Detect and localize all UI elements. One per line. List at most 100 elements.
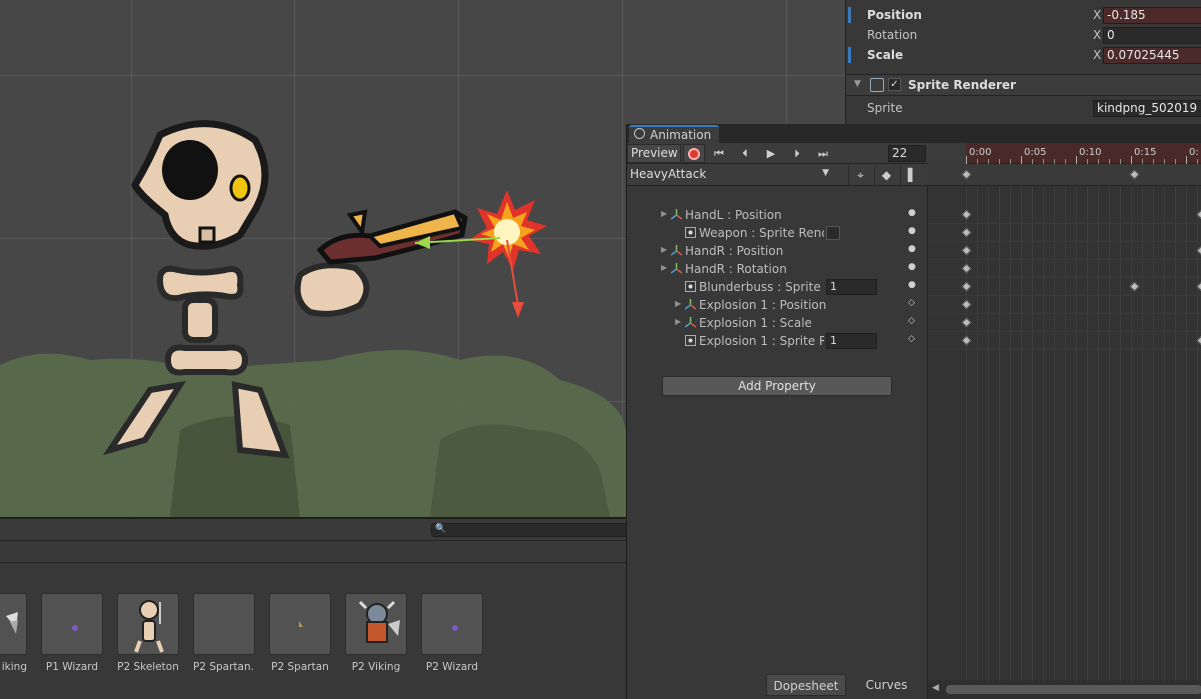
sprite-renderer-header[interactable]: ▼ ✓ Sprite Renderer [846, 74, 1201, 96]
keyframe[interactable] [1196, 209, 1201, 220]
track-row[interactable] [928, 242, 1201, 260]
crosshair-icon: ⌖ [857, 168, 864, 182]
tab-curves[interactable]: Curves [847, 674, 926, 696]
add-keyframe-icon: ◆ [881, 168, 892, 182]
asset-item[interactable]: P2 Viking [345, 593, 407, 673]
keyframe[interactable] [961, 281, 972, 292]
expand-triangle-icon[interactable]: ▶ [661, 245, 667, 254]
asset-toolbar: 🔍 [0, 519, 631, 541]
keyframe-toggle-icon[interactable]: ◇ [908, 298, 915, 308]
tab-animation[interactable]: Animation [629, 125, 719, 143]
keyframe-toggle-icon[interactable]: ● [908, 280, 916, 290]
keyframe[interactable] [961, 263, 972, 274]
property-row[interactable]: ▶ HandR : Position ● [627, 242, 928, 260]
keyframe-toggle-icon[interactable]: ● [908, 208, 916, 218]
property-checkbox[interactable] [826, 226, 840, 240]
sprite-row: Sprite kindpng_502019 [846, 98, 1201, 118]
add-keyframe-button[interactable]: ◆ [874, 165, 898, 185]
dopesheet-timeline[interactable]: 0:00 0:05 0:10 0:15 0: ◀ [928, 143, 1201, 699]
rotation-x-field[interactable]: 0 [1103, 27, 1201, 44]
tab-dopesheet[interactable]: Dopesheet [766, 674, 846, 696]
add-event-button[interactable]: ▌ [900, 165, 924, 185]
keyframe[interactable] [1129, 281, 1140, 292]
viking-sprite-icon [345, 593, 407, 655]
asset-item[interactable]: P2 Spartan [269, 593, 331, 673]
summary-keyframe[interactable] [1129, 169, 1140, 180]
keyframe[interactable] [961, 335, 972, 346]
scrollbar-thumb[interactable] [946, 685, 1201, 694]
expand-triangle-icon[interactable]: ▶ [675, 317, 681, 326]
add-property-button[interactable]: Add Property [662, 376, 892, 396]
sprite-object-field[interactable]: kindpng_502019 [1093, 100, 1201, 117]
step-forward-icon: ⏵ [794, 147, 800, 160]
last-keyframe-button[interactable]: ⏭ [811, 144, 835, 163]
expand-triangle-icon[interactable]: ▶ [675, 299, 681, 308]
property-row[interactable]: Weapon : Sprite Rende ● [627, 224, 928, 242]
track-row[interactable] [928, 332, 1201, 350]
play-button[interactable]: ▶ [759, 144, 783, 163]
property-row[interactable]: ▶ HandL : Position ● [627, 206, 928, 224]
keyframe[interactable] [961, 227, 972, 238]
scale-x-field[interactable]: 0.07025445 [1103, 47, 1201, 64]
frame-field[interactable]: 22 [888, 145, 926, 162]
keyframe[interactable] [1196, 335, 1201, 346]
asset-label: P2 Spartan [271, 661, 329, 673]
expand-triangle-icon[interactable]: ▶ [661, 209, 667, 218]
keyframe[interactable] [961, 245, 972, 256]
first-keyframe-button[interactable]: ⏮ [707, 144, 731, 163]
expand-triangle-icon[interactable]: ▶ [661, 263, 667, 272]
summary-keyframe[interactable] [961, 169, 972, 180]
preview-button[interactable]: Preview [627, 144, 681, 163]
time-ruler[interactable]: 0:00 0:05 0:10 0:15 0: [928, 143, 1201, 164]
next-keyframe-button[interactable]: ⏵ [785, 144, 809, 163]
property-row[interactable]: Explosion 1 : Sprite Ren1 ◇ [627, 332, 928, 350]
keyframe-toggle-icon[interactable]: ● [908, 244, 916, 254]
keyframe[interactable] [961, 299, 972, 310]
track-row[interactable] [928, 224, 1201, 242]
horizontal-scrollbar[interactable]: ◀ [928, 680, 1201, 699]
asset-item[interactable]: P1 Wizard [41, 593, 103, 673]
axis-label: X [1093, 28, 1102, 42]
keyframe-toggle-icon[interactable]: ● [908, 226, 916, 236]
chevron-down-icon: ▼ [822, 168, 829, 178]
component-enabled-checkbox[interactable]: ✓ [888, 78, 901, 91]
property-row[interactable]: ▶ Explosion 1 : Position ◇ [627, 296, 928, 314]
prev-keyframe-button[interactable]: ⏴ [733, 144, 757, 163]
property-value-field[interactable]: 1 [826, 333, 877, 349]
keyframe-toggle-icon[interactable]: ◇ [908, 334, 915, 344]
transform-icon [670, 209, 683, 220]
asset-item[interactable]: P2 Skeleton [117, 593, 179, 673]
asset-label: P2 Skeleton [117, 661, 179, 673]
track-row[interactable] [928, 278, 1201, 296]
asset-item[interactable]: P2 Wizard [421, 593, 483, 673]
track-row[interactable] [928, 260, 1201, 278]
property-value-field[interactable]: 1 [826, 279, 877, 295]
property-row[interactable]: ▶ Explosion 1 : Scale ◇ [627, 314, 928, 332]
keyframe[interactable] [961, 209, 972, 220]
clip-dropdown[interactable]: HeavyAttack ▼ [627, 165, 832, 184]
track-row[interactable] [928, 296, 1201, 314]
asset-label: P2 Wizard [425, 661, 479, 673]
keyframe[interactable] [1196, 281, 1201, 292]
keyframe-toggle-icon[interactable]: ◇ [908, 316, 915, 326]
track-row[interactable] [928, 314, 1201, 332]
keyframe-toggle-icon[interactable]: ● [908, 262, 916, 272]
component-name: Sprite Renderer [908, 78, 1016, 92]
ruler-tick [1186, 156, 1187, 164]
record-button[interactable] [683, 144, 705, 163]
property-row[interactable]: Blunderbuss : Sprite Re1 ● [627, 278, 928, 296]
track-row[interactable] [928, 206, 1201, 224]
keyframe[interactable] [961, 317, 972, 328]
clip-row: HeavyAttack ▼ ⌖ ◆ ▌ [627, 164, 928, 186]
asset-item[interactable]: P2 Spartan... [193, 593, 255, 673]
property-row[interactable]: ▶ HandR : Rotation ● [627, 260, 928, 278]
collapse-triangle-icon[interactable]: ▼ [854, 79, 861, 89]
ruler-tick [966, 156, 967, 164]
asset-search-input[interactable]: 🔍 [431, 523, 631, 537]
keyframe[interactable] [1196, 245, 1201, 256]
skip-end-icon: ⏭ [818, 147, 828, 160]
position-x-field[interactable]: -0.185 [1103, 7, 1201, 24]
asset-item[interactable]: iking [0, 593, 27, 673]
scale-label: Scale [867, 48, 904, 62]
filter-by-selection-button[interactable]: ⌖ [848, 165, 872, 185]
